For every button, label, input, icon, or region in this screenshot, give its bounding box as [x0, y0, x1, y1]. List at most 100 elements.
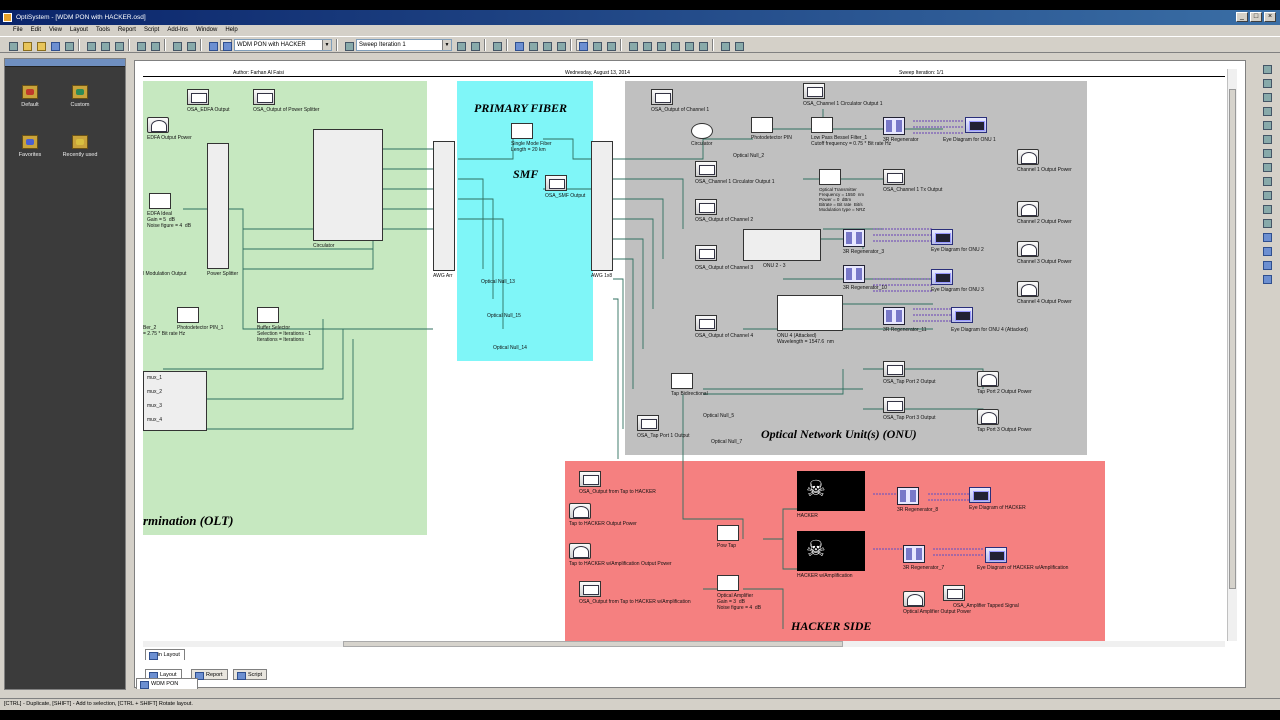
zoom-in-icon[interactable] — [1260, 174, 1272, 186]
single-mode-fiber[interactable] — [511, 123, 533, 139]
line-icon[interactable] — [1260, 90, 1272, 102]
osa-edfa-output[interactable] — [187, 89, 209, 105]
maximize-button[interactable]: □ — [1250, 12, 1262, 22]
power-splitter[interactable] — [207, 143, 229, 269]
layout-view-icon[interactable] — [220, 38, 232, 51]
tap-to-hacker-power-meter[interactable] — [569, 503, 591, 519]
menu-window[interactable]: Window — [193, 25, 220, 36]
osa-smf-output[interactable] — [545, 175, 567, 191]
osa-power-splitter[interactable] — [253, 89, 275, 105]
library-folder-recently-used[interactable]: Recently used — [60, 135, 100, 158]
select-icon[interactable] — [1260, 62, 1272, 74]
tab-main-layout[interactable]: Main Layout — [145, 649, 185, 660]
menu-script[interactable]: Script — [141, 25, 162, 36]
flip-icon[interactable] — [1260, 244, 1272, 256]
eye-diagram-onu4[interactable] — [951, 307, 973, 323]
tap-port-3-power-meter[interactable] — [977, 409, 999, 425]
new-icon[interactable] — [6, 39, 18, 51]
redo-icon[interactable] — [148, 39, 160, 51]
pan-icon[interactable] — [590, 39, 602, 51]
onu-2-3[interactable] — [743, 229, 821, 261]
grid-icon[interactable] — [718, 39, 730, 51]
osa-tap-port-1[interactable] — [637, 415, 659, 431]
hacker-amp-receiver[interactable] — [797, 531, 865, 571]
rectangle-icon[interactable] — [1260, 118, 1272, 130]
layout-canvas[interactable]: Author: Farhan Al Faisi Wednesday, Augus… — [143, 69, 1225, 641]
eye-diagram-onu3[interactable] — [931, 269, 953, 285]
chevron-down-icon[interactable]: ▼ — [322, 39, 331, 50]
calculate-icon[interactable] — [512, 39, 524, 51]
tap-to-hacker-amp-power-meter[interactable] — [569, 543, 591, 559]
eye-diagram-onu1[interactable] — [965, 117, 987, 133]
3r-regenerator-10[interactable] — [843, 265, 865, 283]
snap-icon[interactable] — [732, 39, 744, 51]
channel-2-power-meter[interactable] — [1017, 201, 1039, 217]
menu-addins[interactable]: Add-Ins — [164, 25, 191, 36]
select-mode-icon[interactable] — [576, 38, 588, 51]
osa-amplifier-tapped[interactable] — [943, 585, 965, 601]
open-folder-icon[interactable] — [34, 39, 46, 51]
osa-channel-1-tx[interactable] — [883, 169, 905, 185]
optical-amplifier[interactable] — [717, 575, 739, 591]
stop-icon[interactable] — [184, 39, 196, 51]
paste-icon[interactable] — [112, 39, 124, 51]
library-folder-favorites[interactable]: Favorites — [10, 135, 50, 158]
3r-regenerator[interactable] — [883, 117, 905, 135]
script-icon[interactable] — [554, 39, 566, 51]
print-icon[interactable] — [62, 39, 74, 51]
align-bottom-icon[interactable] — [668, 39, 680, 51]
image-icon[interactable] — [1260, 160, 1272, 172]
ungroup-icon[interactable] — [696, 39, 708, 51]
menu-layout[interactable]: Layout — [67, 25, 91, 36]
cut-icon[interactable] — [84, 39, 96, 51]
osa-channel-1-output[interactable] — [651, 89, 673, 105]
3r-regenerator-3[interactable] — [843, 229, 865, 247]
osa-channel-1-circulator[interactable] — [803, 83, 825, 99]
align-top-icon[interactable] — [654, 39, 666, 51]
minimize-button[interactable]: _ — [1236, 12, 1248, 22]
3r-regenerator-8[interactable] — [897, 487, 919, 505]
menu-edit[interactable]: Edit — [28, 25, 44, 36]
chevron-down-icon[interactable]: ▼ — [442, 39, 451, 50]
channel-4-power-meter[interactable] — [1017, 281, 1039, 297]
onu-circulator[interactable] — [691, 123, 713, 139]
osa-channel-4-output[interactable] — [695, 315, 717, 331]
undo-icon[interactable] — [134, 39, 146, 51]
eye-diagram-onu2[interactable] — [931, 229, 953, 245]
edfa-amplifier[interactable] — [149, 193, 171, 209]
bom-icon[interactable] — [540, 39, 552, 51]
library-folder-custom[interactable]: Custom — [60, 85, 100, 108]
eye-diagram-hacker[interactable] — [969, 487, 991, 503]
edfa-power-meter[interactable] — [147, 117, 169, 133]
tap-bidirectional[interactable] — [671, 373, 693, 389]
group-icon[interactable] — [682, 39, 694, 51]
zoom-fit-icon[interactable] — [1260, 202, 1272, 214]
prev-iteration-icon[interactable] — [454, 39, 466, 51]
menu-help[interactable]: Help — [222, 25, 240, 36]
zoom-out-icon[interactable] — [1260, 188, 1272, 200]
menu-file[interactable]: File — [10, 25, 26, 36]
layout-combo[interactable]: WDM PON with HACKER ▼ — [234, 38, 332, 51]
3r-regenerator-11[interactable] — [883, 307, 905, 325]
photodetector-pin-1[interactable] — [177, 307, 199, 323]
osa-channel-2-output[interactable] — [695, 199, 717, 215]
sweep-icon[interactable] — [342, 39, 354, 51]
optical-transmitter[interactable] — [819, 169, 841, 185]
rotate-icon[interactable] — [1260, 230, 1272, 242]
low-pass-filter[interactable] — [811, 117, 833, 133]
arrow-icon[interactable] — [1260, 104, 1272, 116]
pow-tap[interactable] — [717, 525, 739, 541]
library-folder-default[interactable]: Default — [10, 85, 50, 108]
save-icon[interactable] — [48, 39, 60, 51]
zoom-icon[interactable] — [604, 39, 616, 51]
amplifier-power-meter[interactable] — [903, 591, 925, 607]
channel-3-power-meter[interactable] — [1017, 241, 1039, 257]
osa-tap-to-hacker-amp[interactable] — [579, 581, 601, 597]
menu-view[interactable]: View — [46, 25, 65, 36]
doc-tab-wdm-pon[interactable]: WDM PON — [136, 678, 198, 689]
circulator-stack[interactable] — [313, 129, 383, 241]
osa-channel-1-circulator-2[interactable] — [695, 161, 717, 177]
run-icon[interactable] — [170, 39, 182, 51]
align-right-icon[interactable] — [640, 39, 652, 51]
buffer-selector[interactable] — [257, 307, 279, 323]
